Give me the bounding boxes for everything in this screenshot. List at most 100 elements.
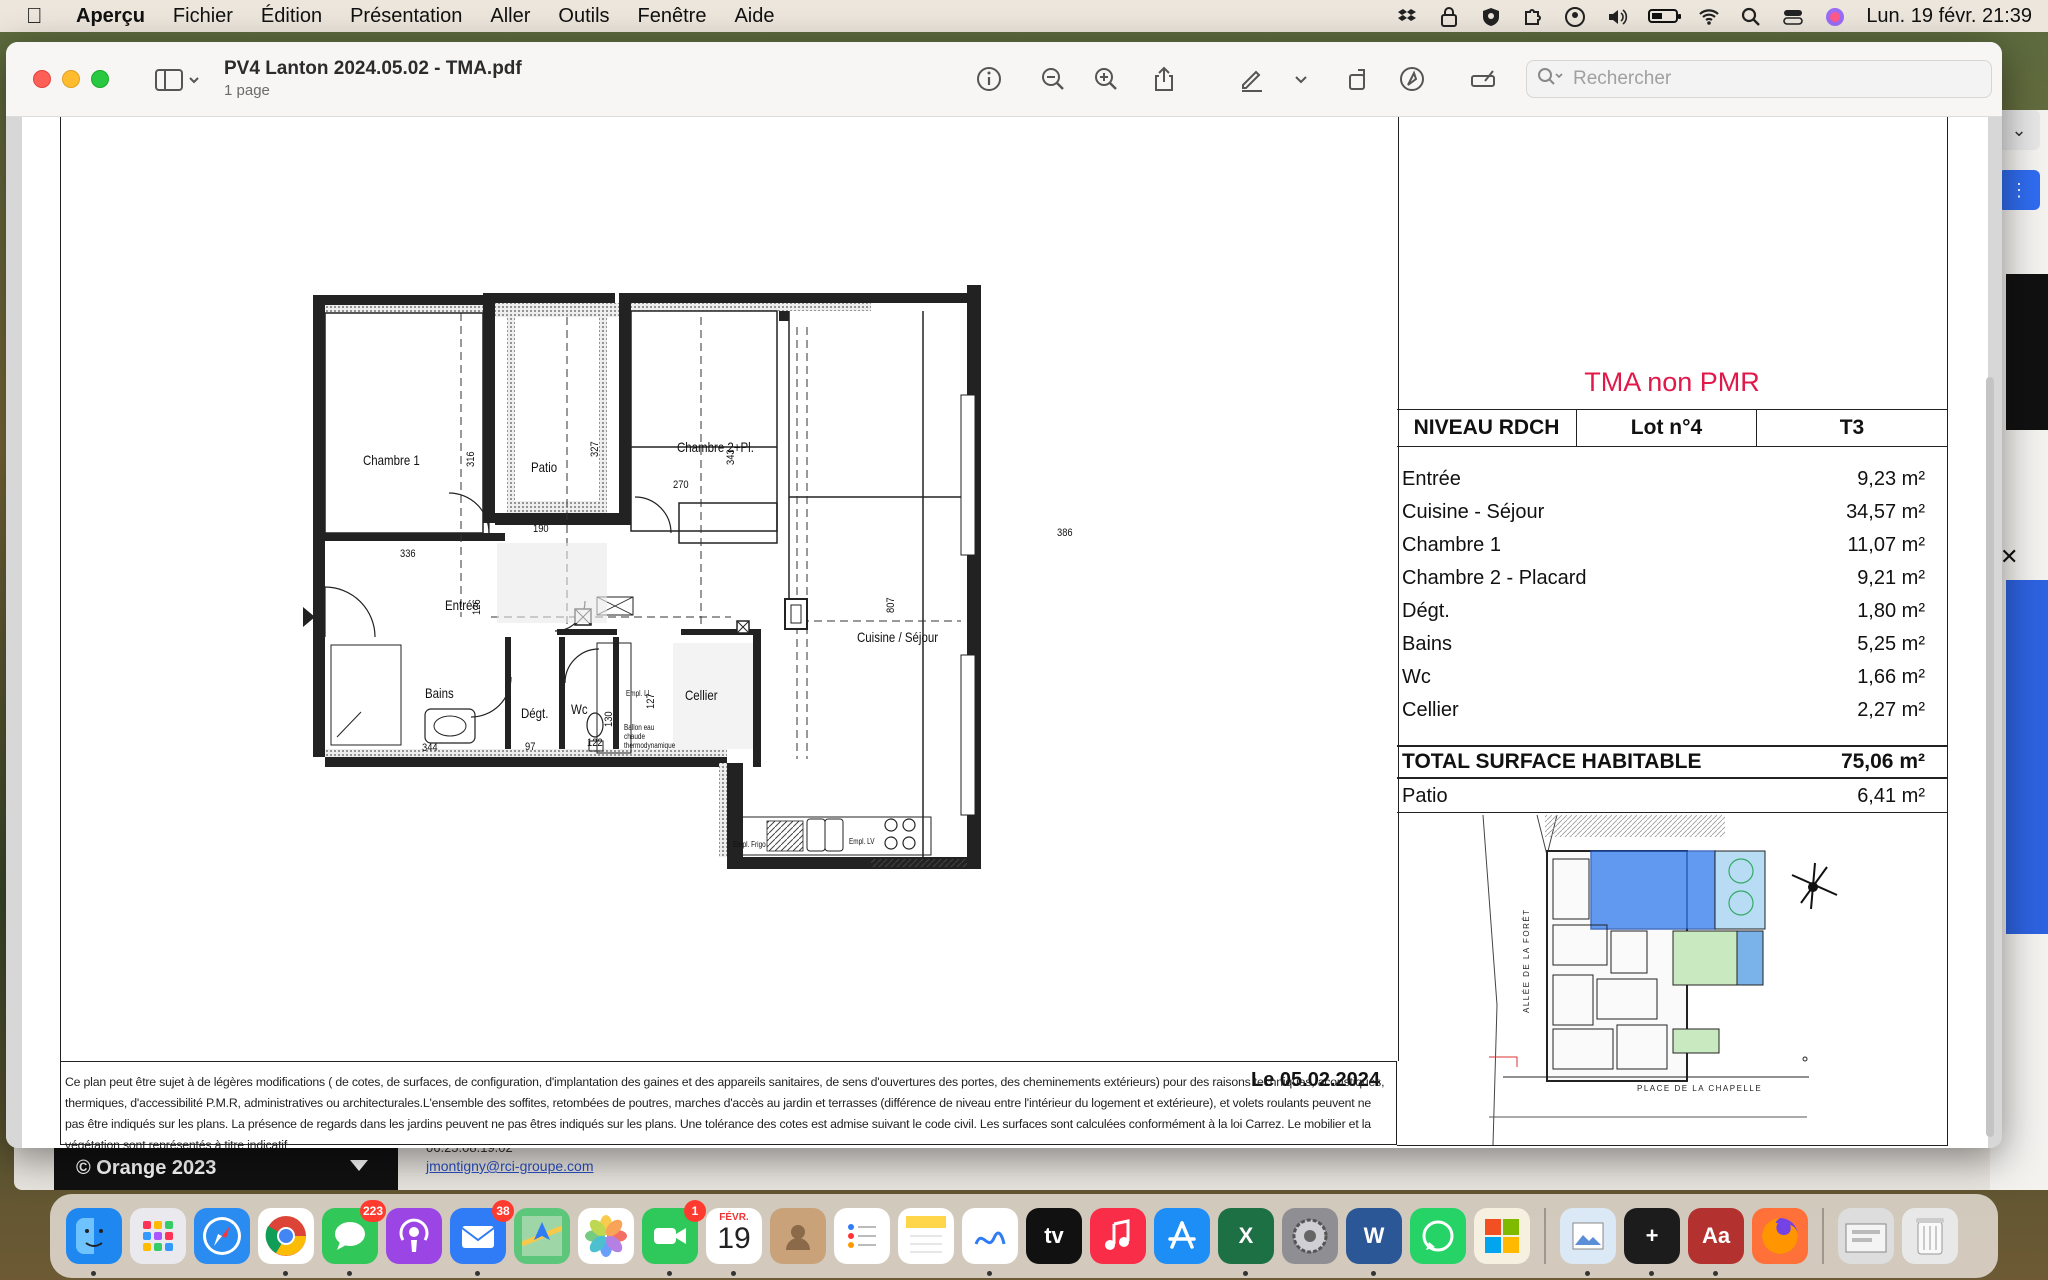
dictionary-label: Aa — [1701, 1223, 1731, 1248]
total-area: 75,06 m² — [1840, 750, 1925, 773]
dock-calendar[interactable]: FÉVR. 19 — [706, 1208, 762, 1276]
dock-messages[interactable]: 223 — [322, 1200, 386, 1276]
dock-notes[interactable] — [898, 1208, 954, 1264]
rotate-icon[interactable] — [1343, 64, 1373, 94]
dock-downloads[interactable] — [1838, 1208, 1894, 1264]
room-row: Bains 5,25 m² — [1397, 628, 1947, 661]
zoom-window-button[interactable] — [91, 70, 109, 88]
chevron-down-icon[interactable] — [1286, 64, 1316, 94]
room-name: Entrée — [1402, 468, 1461, 490]
dimension-label: 327 — [589, 441, 601, 457]
dock-separator — [1822, 1208, 1824, 1264]
menu-aller[interactable]: Aller — [490, 5, 530, 28]
room-label-chambre1: Chambre 1 — [363, 452, 420, 468]
lock-bag-icon[interactable] — [1438, 6, 1460, 27]
dock-tv[interactable]: tv — [1026, 1208, 1082, 1264]
orange-footer-bar[interactable]: © Orange 2023 — [54, 1146, 398, 1190]
more-options-button[interactable]: ⋮ — [1998, 170, 2040, 210]
dimension-label: 190 — [533, 523, 549, 535]
annotate-circle-icon[interactable] — [1397, 64, 1427, 94]
dock-excel[interactable]: X — [1218, 1208, 1274, 1276]
contact-email-link[interactable]: jmontigny@rci-groupe.com — [426, 1158, 594, 1174]
dock-trash[interactable] — [1902, 1208, 1958, 1264]
room-name: Cuisine - Séjour — [1402, 501, 1545, 523]
dropbox-icon[interactable] — [1396, 6, 1418, 26]
floor-plan-frame: Chambre 1 Patio Chambre 2+Pl. Entrée Cui… — [60, 117, 1399, 1091]
mail-badge: 38 — [492, 1200, 514, 1222]
room-label-chambre2: Chambre 2+Pl. — [677, 439, 754, 455]
dock-contacts[interactable] — [770, 1208, 826, 1264]
room-name: Bains — [1402, 633, 1453, 655]
battery-icon[interactable] — [1648, 9, 1682, 23]
dock-podcasts[interactable] — [386, 1208, 442, 1264]
wifi-icon[interactable] — [1698, 6, 1720, 26]
dock-settings[interactable] — [1282, 1208, 1338, 1264]
background-blue-banner — [2006, 580, 2048, 934]
zoom-in-icon[interactable] — [1091, 64, 1121, 94]
menu-outils[interactable]: Outils — [558, 5, 609, 28]
siri-icon[interactable] — [1824, 6, 1846, 26]
type-cell: T3 — [1839, 416, 1865, 439]
shield-icon[interactable] — [1480, 6, 1502, 26]
dock-whatsapp[interactable] — [1410, 1208, 1466, 1264]
user-circle-icon[interactable] — [1564, 6, 1586, 27]
add-app-label: + — [1645, 1223, 1659, 1248]
markup-pen-icon[interactable] — [1237, 64, 1267, 94]
menu-edition[interactable]: Édition — [261, 5, 322, 28]
dock-preview[interactable] — [1560, 1208, 1616, 1276]
dock-maps[interactable] — [514, 1208, 570, 1264]
chevron-down-button[interactable]: ⌄ — [1998, 110, 2040, 150]
dock-word[interactable]: W — [1346, 1208, 1402, 1276]
sidebar-toggle-icon[interactable] — [148, 66, 202, 99]
spotlight-icon[interactable] — [1740, 6, 1762, 26]
document-page-count: 1 page — [224, 82, 270, 99]
volume-icon[interactable] — [1606, 6, 1628, 26]
menu-aide[interactable]: Aide — [734, 5, 774, 28]
vertical-scrollbar[interactable] — [1986, 377, 1994, 1137]
dock-music[interactable] — [1090, 1208, 1146, 1264]
fixture-label: Empl. Frigo — [733, 840, 766, 849]
menu-app-name[interactable]: Aperçu — [76, 5, 145, 28]
extension-icon[interactable] — [1522, 6, 1544, 26]
dock-facetime[interactable]: 1 — [642, 1200, 706, 1276]
fixture-label: Ballon eau chaude thermodynamique — [624, 723, 676, 750]
surface-panel: TMA non PMR NIVEAU RDCH Lot n°4 T3 Entré… — [1397, 117, 1948, 1146]
close-window-button[interactable] — [33, 70, 51, 88]
apple-icon[interactable]:  — [26, 3, 66, 29]
dock-launchpad[interactable] — [130, 1208, 186, 1264]
room-row: Chambre 2 - Placard 9,21 m² — [1397, 562, 1947, 595]
dock-dictionary[interactable]: Aa — [1688, 1208, 1744, 1276]
search-field[interactable]: Rechercher — [1526, 60, 1992, 98]
share-icon[interactable] — [1149, 64, 1179, 94]
dock-add-app[interactable]: + — [1624, 1208, 1680, 1276]
room-label-wc: Wc — [571, 701, 588, 717]
dock-freeform[interactable] — [962, 1208, 1018, 1276]
document-title: PV4 Lanton 2024.05.02 - TMA.pdf — [224, 58, 522, 79]
dock-app-store[interactable] — [1154, 1208, 1210, 1264]
menu-fichier[interactable]: Fichier — [173, 5, 233, 28]
background-dark-panel — [2006, 274, 2048, 430]
document-view[interactable]: Chambre 1 Patio Chambre 2+Pl. Entrée Cui… — [6, 117, 2002, 1148]
dock-safari[interactable] — [194, 1208, 250, 1264]
control-center-icon[interactable] — [1782, 6, 1804, 26]
calendar-day: 19 — [717, 1222, 751, 1255]
dock-chrome[interactable] — [258, 1208, 314, 1276]
dock-reminders[interactable] — [834, 1208, 890, 1264]
dimension-label: 130 — [603, 711, 615, 727]
dock-firefox[interactable] — [1752, 1208, 1808, 1264]
menu-datetime[interactable]: Lun. 19 févr. 21:39 — [1866, 5, 2032, 28]
menu-presentation[interactable]: Présentation — [350, 5, 462, 28]
zoom-out-icon[interactable] — [1038, 64, 1068, 94]
plan-sheet: Chambre 1 Patio Chambre 2+Pl. Entrée Cui… — [60, 117, 1990, 1148]
disclaimer-text: Ce plan peut être sujet à de légères mod… — [60, 1061, 1397, 1148]
dock-remote-desktop[interactable] — [1474, 1208, 1530, 1264]
patio-row: Patio 6,41 m² — [1397, 780, 1947, 813]
info-icon[interactable] — [974, 64, 1004, 94]
form-fill-icon[interactable] — [1468, 64, 1498, 94]
minimize-window-button[interactable] — [62, 70, 80, 88]
close-icon[interactable]: ✕ — [2000, 544, 2018, 570]
dock-finder[interactable] — [66, 1208, 122, 1276]
menu-fenetre[interactable]: Fenêtre — [638, 5, 707, 28]
dock-photos[interactable] — [578, 1208, 634, 1264]
dock-mail[interactable]: 38 — [450, 1200, 514, 1276]
